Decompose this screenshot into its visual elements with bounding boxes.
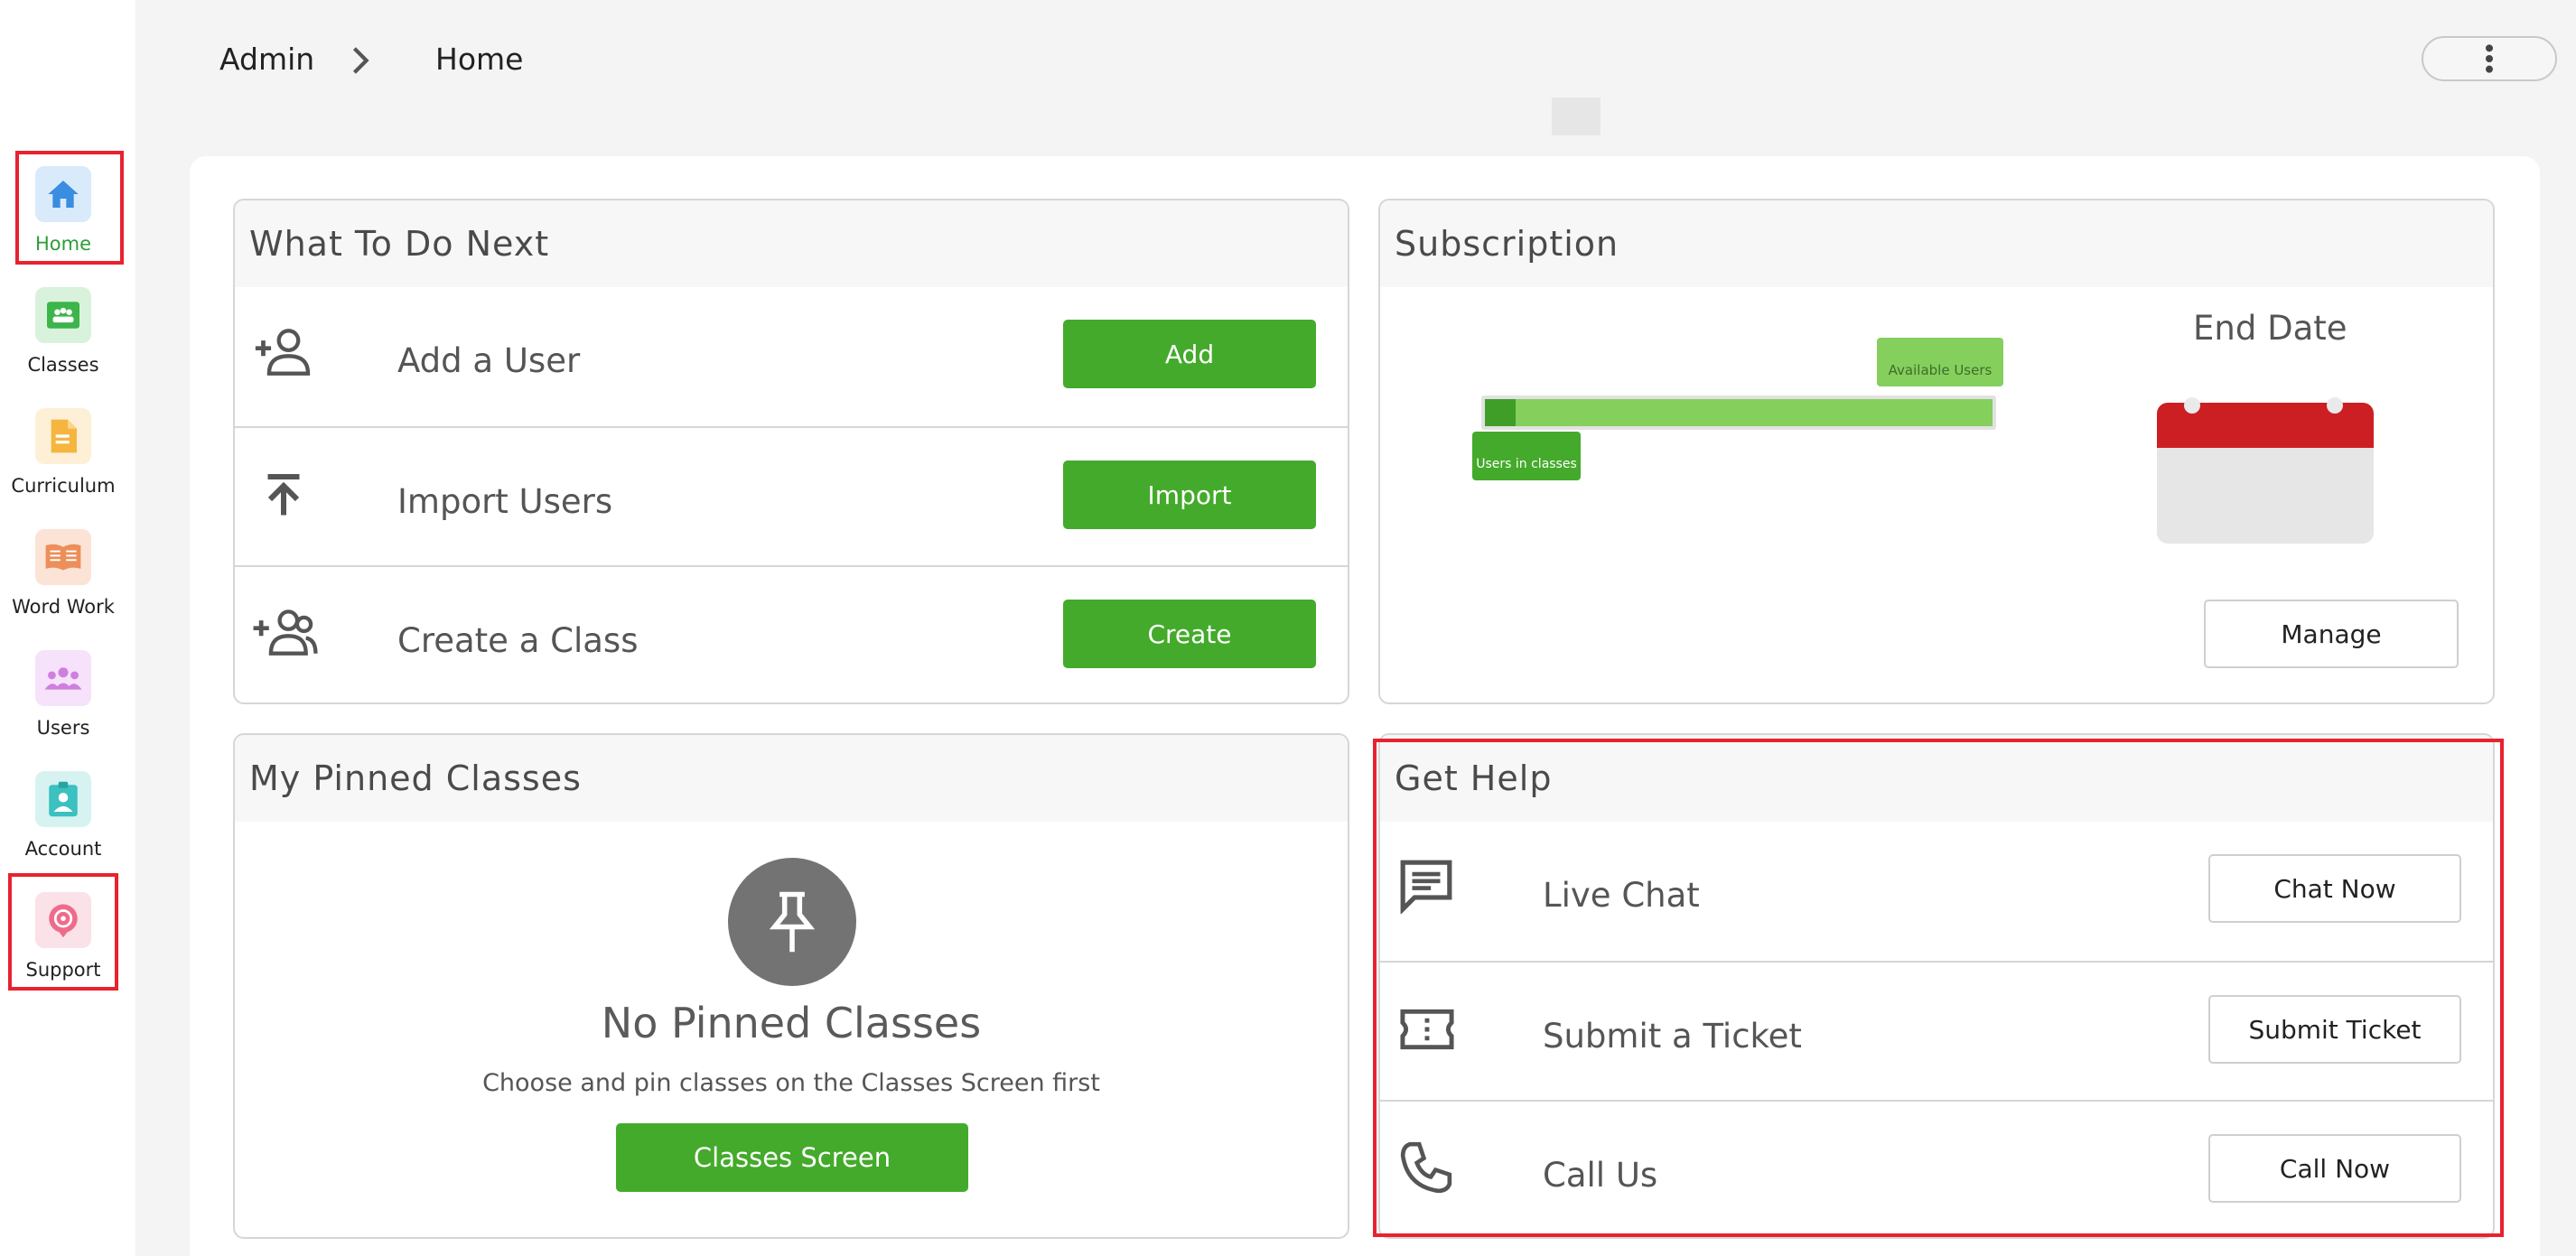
manage-button[interactable]: Manage	[2204, 600, 2459, 668]
action-label: Create a Class	[397, 621, 639, 660]
subscription-card: Subscription Available Users Users in cl…	[1378, 199, 2495, 704]
breadcrumb-current: Home	[435, 42, 524, 77]
sidebar-item-label: Account	[24, 838, 102, 860]
action-row-import-users: Import Users Import	[235, 426, 1348, 565]
import-button[interactable]: Import	[1063, 461, 1316, 529]
card-title: Subscription	[1380, 200, 2493, 287]
sidebar-item-label: Curriculum	[11, 475, 116, 497]
usage-bar-used	[1485, 399, 1516, 426]
highlight-support	[8, 873, 118, 991]
add-person-icon	[255, 329, 311, 376]
placeholder-square	[1552, 98, 1601, 135]
calendar-ring-right	[2327, 397, 2343, 414]
action-label: Add a User	[397, 341, 581, 380]
action-label: Import Users	[397, 482, 613, 521]
sidebar-item-word-work[interactable]: Word Work	[0, 516, 126, 630]
sidebar-item-curriculum[interactable]: Curriculum	[0, 395, 126, 509]
sidebar-item-classes[interactable]: Classes	[0, 274, 126, 388]
highlight-get-help	[1373, 739, 2504, 1237]
create-button[interactable]: Create	[1063, 600, 1316, 668]
curriculum-icon	[51, 419, 77, 453]
add-group-icon	[253, 609, 318, 656]
users-in-classes-tag: Users in classes	[1472, 432, 1581, 480]
action-row-create-class: Create a Class Create	[235, 565, 1348, 702]
more-vertical-icon	[2486, 44, 2493, 73]
card-title: My Pinned Classes	[235, 735, 1348, 822]
empty-subtitle: Choose and pin classes on the Classes Sc…	[482, 1069, 1100, 1097]
book-icon	[45, 544, 81, 571]
sidebar-item-label: Users	[36, 717, 90, 739]
highlight-home	[15, 151, 124, 265]
pin-icon	[769, 891, 816, 953]
account-icon	[49, 781, 78, 817]
users-icon	[44, 667, 82, 690]
what-to-do-next-card: What To Do Next Add a User Add Import Us…	[233, 199, 1349, 704]
breadcrumb-admin[interactable]: Admin	[219, 42, 314, 77]
chevron-right-icon	[352, 47, 369, 74]
book-icon-wrap	[35, 529, 91, 585]
available-users-tag: Available Users	[1877, 338, 2003, 386]
usage-bar-available	[1485, 399, 1993, 426]
sidebar-item-label: Classes	[27, 354, 99, 376]
classes-icon	[47, 302, 79, 329]
sidebar-item-users[interactable]: Users	[0, 637, 126, 751]
more-menu-button[interactable]	[2422, 36, 2557, 81]
users-icon-wrap	[35, 650, 91, 706]
usage-bar	[1481, 395, 1996, 430]
empty-title: No Pinned Classes	[601, 999, 982, 1047]
pinned-classes-card: My Pinned Classes No Pinned Classes Choo…	[233, 733, 1349, 1239]
card-title: What To Do Next	[235, 200, 1348, 287]
action-row-add-user: Add a User Add	[235, 287, 1348, 426]
upload-icon	[267, 474, 300, 516]
calendar-ring-left	[2184, 397, 2200, 414]
account-icon-wrap	[35, 771, 91, 827]
sidebar-item-account[interactable]: Account	[0, 758, 126, 872]
calendar-icon	[2157, 403, 2374, 544]
pin-icon-circle	[728, 858, 856, 986]
classes-screen-button[interactable]: Classes Screen	[616, 1123, 968, 1192]
end-date-label: End Date	[2193, 309, 2347, 348]
curriculum-icon-wrap	[35, 408, 91, 464]
sidebar-item-label: Word Work	[12, 596, 115, 618]
classes-icon-wrap	[35, 287, 91, 343]
add-button[interactable]: Add	[1063, 320, 1316, 388]
